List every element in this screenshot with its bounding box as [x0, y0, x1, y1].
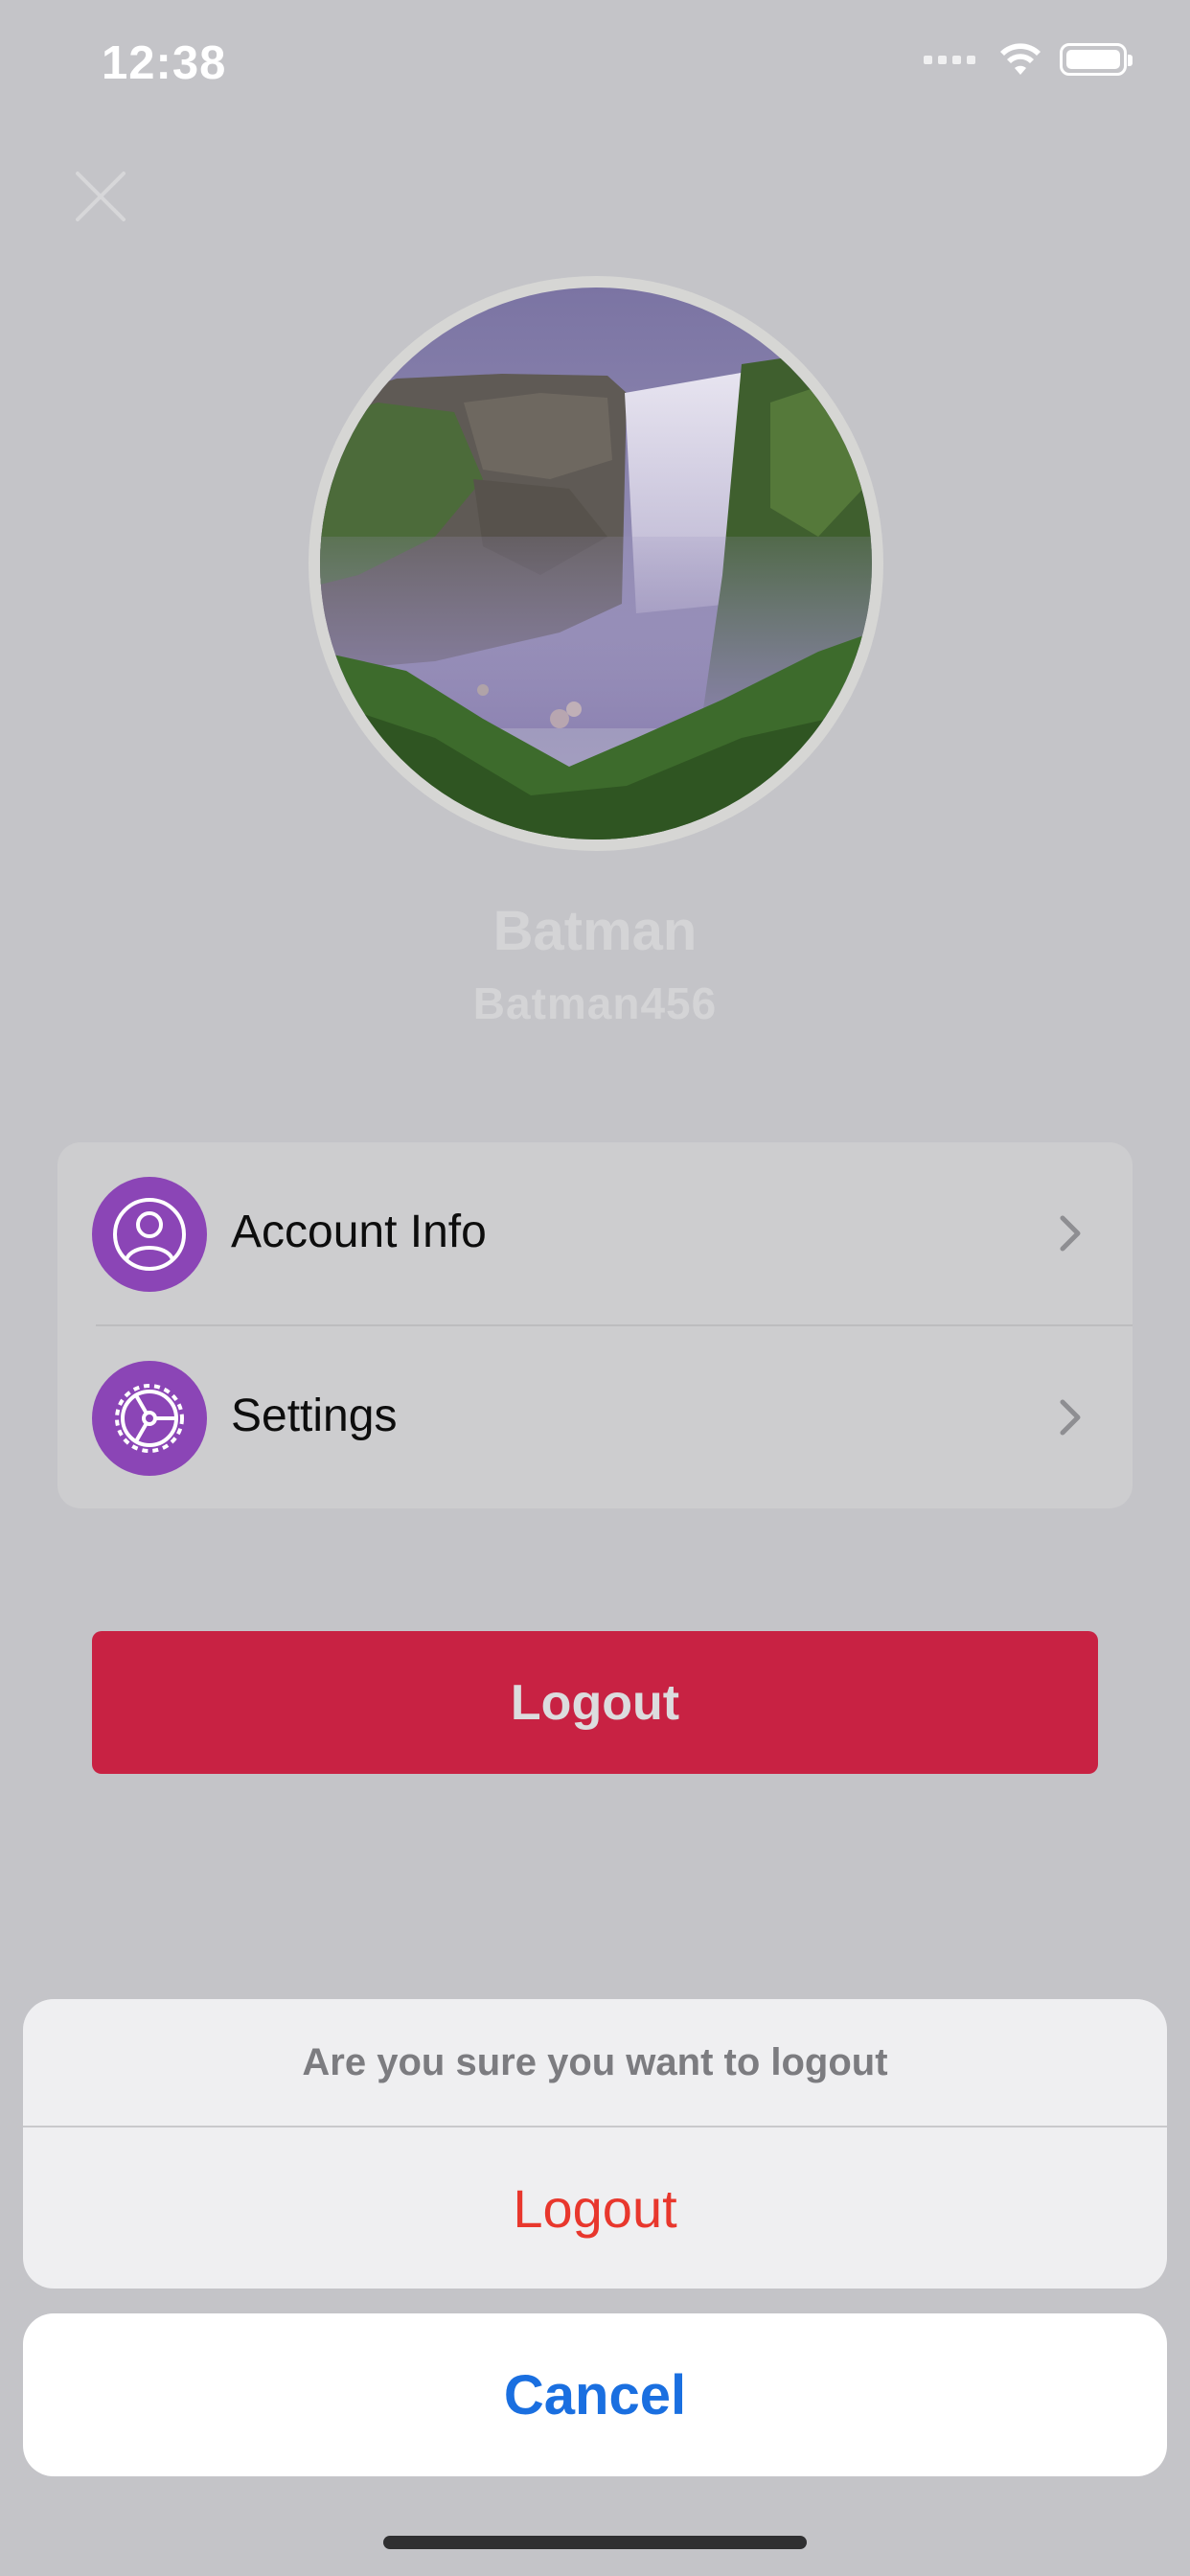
close-button[interactable]	[75, 171, 126, 222]
user-name: Batman	[492, 900, 698, 962]
confirm-logout-button[interactable]: Logout	[23, 2128, 1167, 2288]
logout-button-label: Logout	[510, 1674, 680, 1731]
logout-button[interactable]: Logout	[92, 1631, 1098, 1774]
user-username: Batman456	[472, 978, 718, 1028]
signal-dots-icon	[924, 55, 975, 64]
cancel-button[interactable]: Cancel	[23, 2313, 1167, 2476]
status-icons	[924, 42, 1133, 77]
waterfall-photo	[320, 288, 872, 840]
menu-item-label: Account Info	[231, 1207, 487, 1257]
status-time: 12:38	[102, 37, 227, 89]
battery-icon	[1060, 43, 1133, 76]
chevron-right-icon	[1060, 1399, 1081, 1436]
close-icon	[76, 172, 126, 221]
logout-action-sheet: Are you sure you want to logout Logout	[23, 1999, 1167, 2288]
person-circle-icon	[92, 1177, 207, 1292]
menu-item-label: Settings	[231, 1391, 398, 1441]
chevron-right-icon	[1060, 1215, 1081, 1252]
home-indicator	[383, 2536, 807, 2549]
wifi-icon	[1000, 43, 1041, 75]
action-sheet-title: Are you sure you want to logout	[302, 2041, 888, 2083]
avatar[interactable]	[320, 288, 872, 840]
menu-card: Account Info Settings	[57, 1142, 1133, 1508]
cancel-button-label: Cancel	[503, 2363, 687, 2426]
menu-item-settings[interactable]: Settings	[57, 1326, 1133, 1508]
confirm-logout-label: Logout	[513, 2177, 677, 2239]
gear-icon	[92, 1361, 207, 1476]
menu-item-account-info[interactable]: Account Info	[57, 1142, 1133, 1326]
profile-screen: 12:38 Batman Batman456 Account Info Sett…	[0, 0, 1190, 2576]
